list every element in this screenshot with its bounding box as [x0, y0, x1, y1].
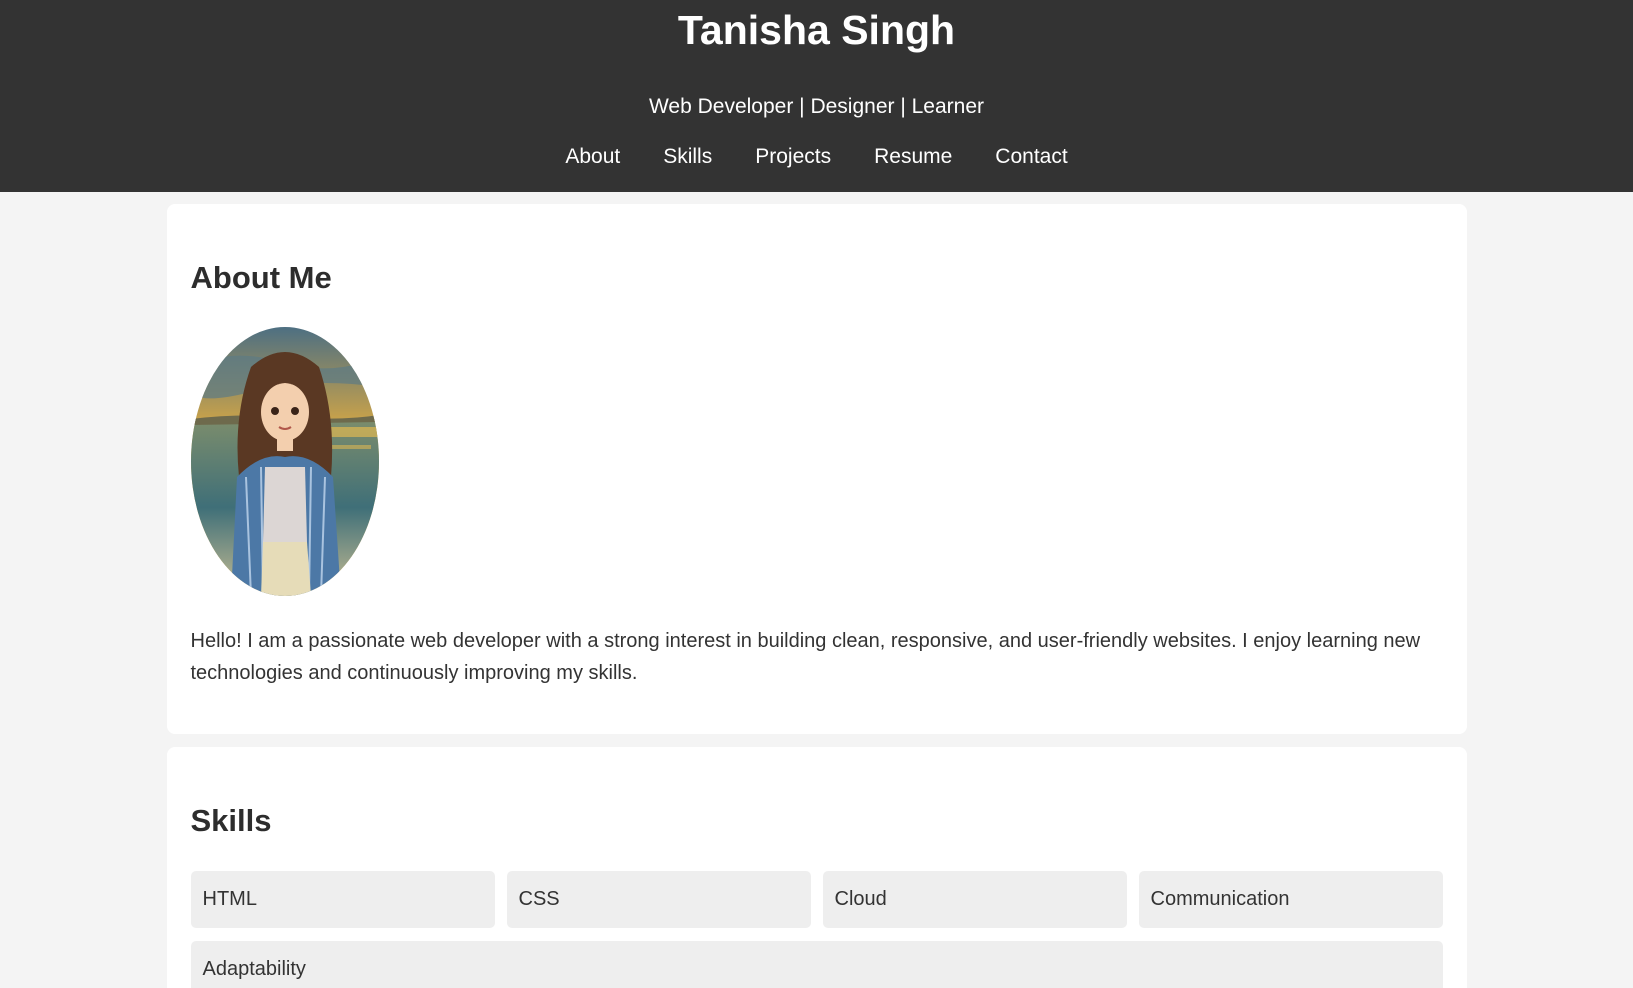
site-header: Tanisha Singh Web Developer | Designer |…: [0, 0, 1633, 192]
skill-item: CSS: [506, 871, 811, 928]
skill-item: HTML: [190, 871, 495, 928]
about-text: Hello! I am a passionate web developer w…: [190, 630, 1421, 684]
nav-link-about[interactable]: About: [565, 144, 620, 170]
nav-link-projects[interactable]: Projects: [755, 144, 831, 170]
skills-grid: HTML CSS Cloud Communication Adaptabilit…: [190, 871, 1443, 988]
profile-picture: [190, 327, 379, 596]
main-content: About Me Hello! I am a passionate web de…: [166, 204, 1467, 988]
skills-heading: Skills: [190, 803, 272, 838]
skill-item: Cloud: [822, 871, 1127, 928]
nav-link-skills[interactable]: Skills: [663, 144, 712, 170]
nav-link-resume[interactable]: Resume: [874, 144, 952, 170]
skills-section: Skills HTML CSS Cloud Communication Adap…: [166, 747, 1467, 988]
about-heading: About Me: [190, 260, 332, 295]
skill-item: Adaptability: [190, 941, 1443, 988]
nav-link-contact[interactable]: Contact: [995, 144, 1067, 170]
site-title: Tanisha Singh: [677, 7, 956, 53]
about-section: About Me Hello! I am a passionate web de…: [166, 204, 1467, 734]
main-nav: About Skills Projects Resume Contact: [0, 144, 1633, 170]
tagline: Web Developer | Designer | Learner: [648, 95, 985, 118]
skill-item: Communication: [1138, 871, 1443, 928]
